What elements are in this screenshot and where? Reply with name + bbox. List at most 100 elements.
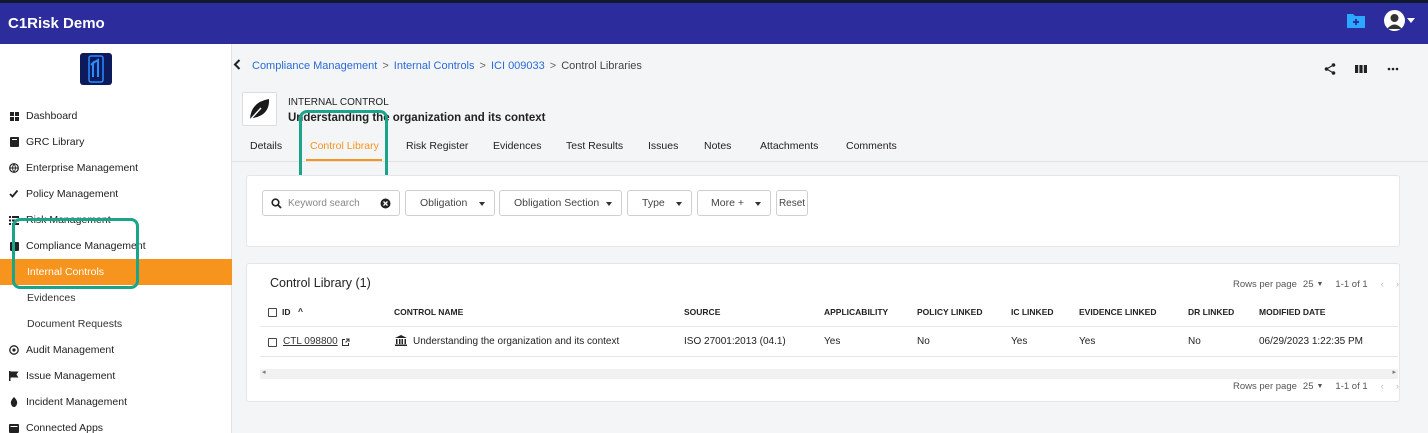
column-header-dr-linked[interactable]: DR LINKED [1188, 307, 1234, 317]
row-divider [260, 356, 1398, 357]
sidebar-item-label: Incident Management [26, 396, 127, 408]
modified-date: 06/29/2023 1:22:35 PM [1259, 336, 1363, 347]
dropdown-label: Obligation [420, 197, 468, 209]
dropdown-label: Type [642, 197, 665, 209]
institution-icon [395, 335, 407, 346]
folder-add-icon[interactable] [1346, 12, 1366, 29]
share-icon[interactable] [1323, 62, 1337, 76]
search-icon [271, 197, 282, 209]
tab-details[interactable]: Details [250, 140, 282, 152]
ic-linked: Yes [1011, 336, 1028, 347]
chevron-down-icon[interactable]: ▼ [1316, 281, 1323, 288]
row-checkbox[interactable] [268, 338, 277, 347]
sidebar-item-audit-management[interactable]: Audit Management [0, 337, 232, 363]
sidebar-item-label: Connected Apps [26, 422, 104, 433]
app-title[interactable]: C1Risk Demo [8, 15, 105, 32]
user-menu-caret-icon[interactable] [1407, 18, 1415, 23]
breadcrumb-separator: > [479, 60, 486, 72]
column-header-id[interactable]: ID [282, 307, 291, 317]
dropdown-label: More + [711, 197, 744, 209]
column-header-ic-linked[interactable]: IC LINKED [1011, 307, 1054, 317]
rows-per-page-select[interactable]: 25 [1303, 381, 1314, 392]
source: ISO 27001:2013 (04.1) [684, 336, 786, 347]
sidebar-item-label: Evidences [27, 292, 76, 304]
sidebar-item-issue-management[interactable]: Issue Management [0, 363, 232, 389]
tab-risk-register[interactable]: Risk Register [406, 140, 468, 152]
check-list-icon [9, 189, 19, 199]
page-range: 1-1 of 1 [1335, 279, 1368, 290]
tab-evidences[interactable]: Evidences [493, 140, 541, 152]
apps-icon [9, 423, 19, 433]
column-header-policy-linked[interactable]: POLICY LINKED [917, 307, 983, 317]
fire-icon [9, 397, 19, 407]
grid-icon [9, 111, 19, 121]
sidebar-item-dashboard[interactable]: Dashboard [0, 103, 232, 129]
search-input[interactable]: Keyword search [262, 190, 400, 216]
page-range: 1-1 of 1 [1335, 381, 1368, 392]
open-external-icon[interactable] [341, 338, 350, 347]
scroll-right-icon[interactable]: ▸ [1392, 368, 1396, 376]
obligation-section-dropdown[interactable]: Obligation Section [499, 190, 622, 216]
column-header-control-name[interactable]: CONTROL NAME [394, 307, 463, 317]
reset-label: Reset [778, 197, 806, 209]
annotation-highlight-sidebar [12, 218, 139, 289]
column-header-source[interactable]: SOURCE [684, 307, 720, 317]
sidebar-item-connected-apps[interactable]: Connected Apps [0, 415, 232, 433]
sidebar-item-incident-management[interactable]: Incident Management [0, 389, 232, 415]
clear-search-icon[interactable] [380, 198, 391, 209]
book-icon [9, 137, 19, 147]
column-header-evidence-linked[interactable]: EVIDENCE LINKED [1079, 307, 1156, 317]
next-page-icon[interactable]: › [1396, 279, 1399, 290]
chevron-down-icon[interactable]: ▼ [1316, 383, 1323, 390]
rows-per-page-select[interactable]: 25 [1303, 279, 1314, 290]
chevron-down-icon [676, 202, 682, 206]
select-all-checkbox[interactable] [268, 308, 277, 317]
breadcrumb-link[interactable]: ICI 009033 [491, 60, 545, 72]
applicability: Yes [824, 336, 841, 347]
breadcrumb-separator: > [382, 60, 389, 72]
obligation-dropdown[interactable]: Obligation [405, 190, 495, 216]
type-dropdown[interactable]: Type [627, 190, 692, 216]
tab-comments[interactable]: Comments [846, 140, 897, 152]
more-filters-dropdown[interactable]: More + [697, 190, 771, 216]
sidebar-item-label: Enterprise Management [26, 162, 139, 174]
sort-ascending-icon[interactable]: ^ [298, 306, 303, 316]
sidebar-item-label: Dashboard [26, 110, 78, 122]
breadcrumb-link[interactable]: Compliance Management [252, 60, 377, 72]
leaf-icon [248, 99, 270, 122]
next-page-icon[interactable]: › [1396, 381, 1399, 392]
search-placeholder: Keyword search [288, 197, 360, 209]
record-type: INTERNAL CONTROL [288, 97, 389, 108]
back-chevron-icon[interactable] [233, 59, 241, 73]
prev-page-icon[interactable]: ‹ [1381, 279, 1384, 290]
columns-icon[interactable] [1354, 62, 1368, 76]
more-options-icon[interactable] [1386, 62, 1400, 76]
sidebar-item-document-requests[interactable]: Document Requests [0, 311, 232, 337]
control-name: Understanding the organization and its c… [413, 336, 620, 347]
tab-issues[interactable]: Issues [648, 140, 678, 152]
breadcrumb-link[interactable]: Internal Controls [394, 60, 475, 72]
sidebar-item-label: Policy Management [26, 188, 119, 200]
globe-icon [9, 163, 19, 173]
tab-notes[interactable]: Notes [704, 140, 731, 152]
prev-page-icon[interactable]: ‹ [1381, 381, 1384, 392]
control-library-table [246, 263, 1400, 402]
tab-test-results[interactable]: Test Results [566, 140, 623, 152]
target-icon [9, 345, 19, 355]
breadcrumb: Compliance Management > Internal Controls >… [252, 60, 642, 72]
sidebar-item-grc-library[interactable]: GRC Library [0, 129, 232, 155]
column-header-applicability[interactable]: APPLICABILITY [824, 307, 888, 317]
user-avatar-icon[interactable] [1384, 10, 1405, 31]
dr-linked: No [1188, 336, 1201, 347]
breadcrumb-separator: > [549, 60, 557, 72]
sidebar-item-enterprise-management[interactable]: Enterprise Management [0, 155, 232, 181]
reset-button[interactable]: Reset [776, 190, 808, 216]
sidebar-item-policy-management[interactable]: Policy Management [0, 181, 232, 207]
horizontal-scrollbar[interactable]: ◂ ▸ [260, 369, 1398, 379]
column-header-modified-date[interactable]: MODIFIED DATE [1259, 307, 1325, 317]
logo[interactable] [80, 53, 112, 85]
scroll-left-icon[interactable]: ◂ [262, 368, 266, 376]
control-id-link[interactable]: CTL 098800 [283, 336, 338, 347]
table-title: Control Library (1) [270, 276, 371, 290]
tab-attachments[interactable]: Attachments [760, 140, 818, 152]
